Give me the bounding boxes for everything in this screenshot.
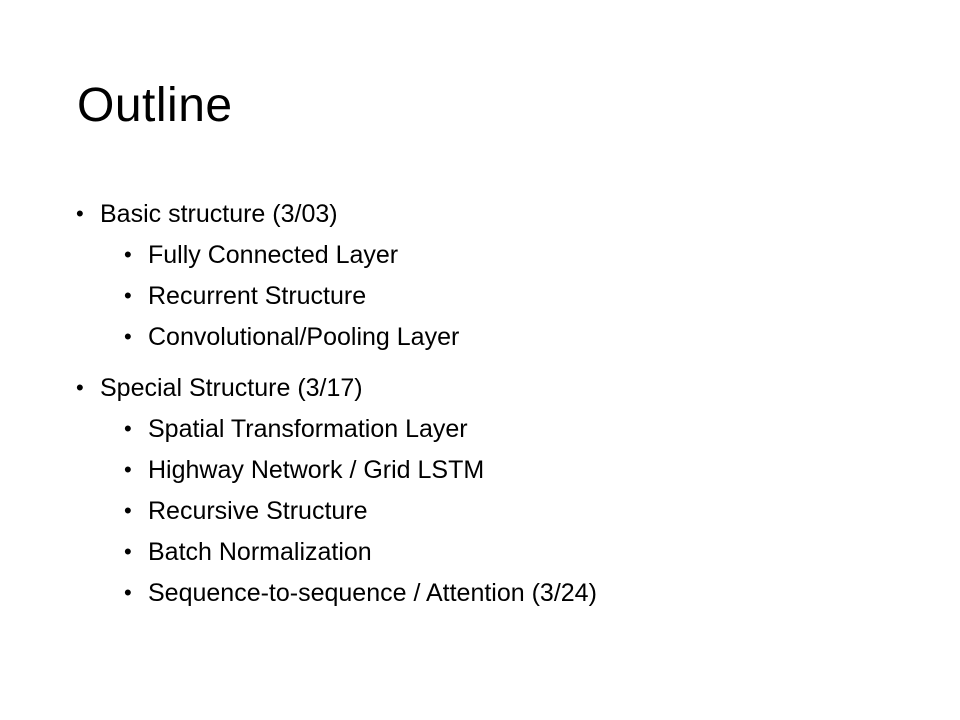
list-item-text: Highway Network / Grid LSTM <box>148 456 485 484</box>
section-heading-text: Special Structure (3/17) <box>100 374 363 402</box>
list-item-text: Recurrent Structure <box>148 282 367 310</box>
list-item-text: Batch Normalization <box>148 538 372 566</box>
list-item-text: Convolutional/Pooling Layer <box>148 323 460 351</box>
list-item-text: Spatial Transformation Layer <box>148 415 468 443</box>
bullet-icon: • <box>124 457 132 482</box>
bullet-icon: • <box>76 375 84 400</box>
bullet-icon: • <box>124 539 132 564</box>
list-item-text: Sequence-to-sequence / Attention (3/24) <box>148 579 597 607</box>
slide: Outline • Basic structure (3/03) • Fully… <box>0 0 960 720</box>
section-heading: • Basic structure (3/03) <box>76 196 936 237</box>
bullet-icon: • <box>124 416 132 441</box>
bullet-icon: • <box>124 580 132 605</box>
section-sublist: • Spatial Transformation Layer • Highway… <box>76 411 936 616</box>
list-item: • Convolutional/Pooling Layer <box>76 319 936 360</box>
bullet-icon: • <box>124 283 132 308</box>
outline-section-basic-structure: • Basic structure (3/03) • Fully Connect… <box>76 196 936 360</box>
section-sublist: • Fully Connected Layer • Recurrent Stru… <box>76 237 936 360</box>
list-item: • Batch Normalization <box>76 534 936 575</box>
outline-list: • Basic structure (3/03) • Fully Connect… <box>76 196 936 626</box>
section-heading-text: Basic structure (3/03) <box>100 200 338 228</box>
list-item: • Sequence-to-sequence / Attention (3/24… <box>76 575 936 616</box>
list-item-text: Recursive Structure <box>148 497 368 525</box>
bullet-icon: • <box>124 242 132 267</box>
bullet-icon: • <box>76 201 84 226</box>
list-item: • Fully Connected Layer <box>76 237 936 278</box>
list-item-text: Fully Connected Layer <box>148 241 399 269</box>
section-heading: • Special Structure (3/17) <box>76 370 936 411</box>
list-item: • Recursive Structure <box>76 493 936 534</box>
slide-title: Outline <box>77 79 233 132</box>
outline-section-special-structure: • Special Structure (3/17) • Spatial Tra… <box>76 370 936 616</box>
list-item: • Spatial Transformation Layer <box>76 411 936 452</box>
list-item: • Highway Network / Grid LSTM <box>76 452 936 493</box>
list-item: • Recurrent Structure <box>76 278 936 319</box>
bullet-icon: • <box>124 498 132 523</box>
bullet-icon: • <box>124 324 132 349</box>
